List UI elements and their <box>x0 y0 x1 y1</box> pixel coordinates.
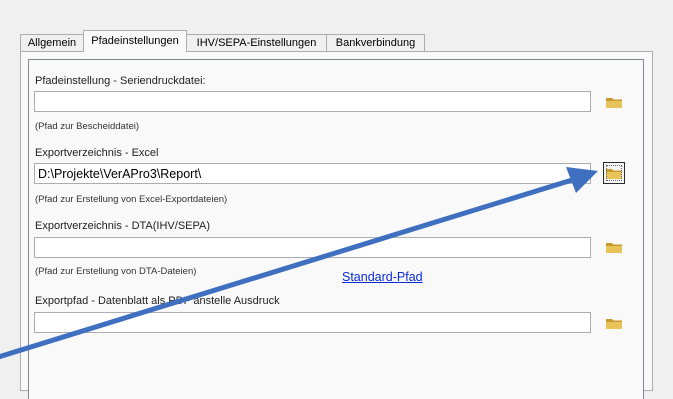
excel-export-browse-button[interactable] <box>603 162 625 184</box>
folder-icon <box>606 319 622 329</box>
folder-icon <box>606 98 622 108</box>
excel-export-path-input[interactable] <box>34 163 591 184</box>
pdf-export-label: Exportpfad - Datenblatt als PDF anstelle… <box>35 295 280 307</box>
dta-export-label: Exportverzeichnis - DTA(IHV/SEPA) <box>35 220 211 232</box>
tab-pfadeinstellungen[interactable]: Pfadeinstellungen <box>83 30 187 52</box>
folder-icon <box>606 243 622 253</box>
seriendruck-path-input[interactable] <box>34 91 591 112</box>
dta-export-path-input[interactable] <box>34 237 591 258</box>
seriendruck-browse-button[interactable] <box>603 91 625 113</box>
tab-allgemein[interactable]: Allgemein <box>20 34 84 51</box>
pdf-export-path-input[interactable] <box>34 312 591 333</box>
pdf-export-browse-button[interactable] <box>603 312 625 334</box>
dta-export-hint: (Pfad zur Erstellung von DTA-Dateien) <box>35 266 197 277</box>
tab-ihv-sepa-einstellungen[interactable]: IHV/SEPA-Einstellungen <box>186 34 327 51</box>
excel-export-hint: (Pfad zur Erstellung von Excel-Exportdat… <box>35 194 228 205</box>
seriendruck-hint: (Pfad zur Bescheiddatei) <box>35 121 140 132</box>
excel-export-label: Exportverzeichnis - Excel <box>35 147 159 159</box>
folder-icon <box>606 169 622 179</box>
seriendruck-label: Pfadeinstellung - Seriendruckdatei: <box>35 75 206 87</box>
standard-path-link[interactable]: Standard-Pfad <box>342 270 423 284</box>
dta-export-browse-button[interactable] <box>603 236 625 258</box>
tab-bankverbindung[interactable]: Bankverbindung <box>326 34 425 51</box>
